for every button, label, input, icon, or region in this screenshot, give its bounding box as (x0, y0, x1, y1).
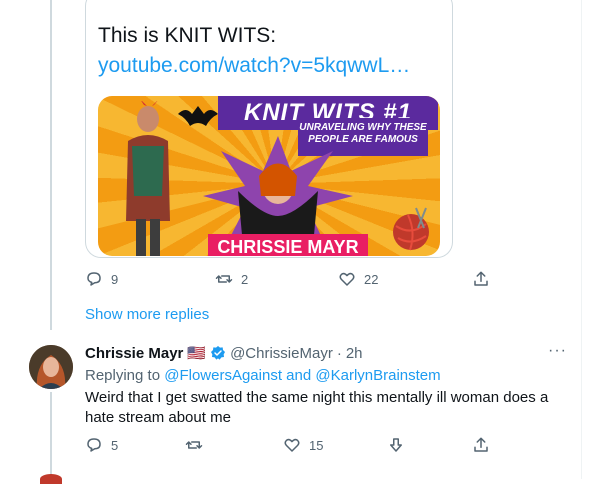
verified-icon (211, 346, 226, 360)
downvote-button[interactable] (387, 436, 405, 454)
media-name-tag: CHRISSIE MAYR (208, 234, 368, 256)
avatar[interactable] (29, 345, 73, 389)
reply-count: 9 (111, 271, 119, 287)
share-icon (474, 437, 488, 452)
like-button[interactable]: 22 (338, 270, 378, 288)
retweet-count: 2 (241, 271, 249, 287)
reply-count: 5 (111, 437, 119, 453)
card-text: This is KNIT WITS: youtube.com/watch?v=5… (98, 21, 438, 81)
like-count: 22 (364, 271, 379, 287)
video-thumbnail[interactable]: KNIT WITS #1 UNRAVELING WHY THESE PEOPLE… (98, 96, 440, 256)
reply-user-link[interactable]: @FlowersAgainst (164, 367, 282, 384)
tweet-actions: 5 15 (85, 436, 495, 456)
retweet-icon (185, 441, 203, 449)
reply-button[interactable]: 9 (85, 270, 118, 288)
reply-icon (87, 438, 101, 452)
like-icon (339, 272, 355, 286)
downvote-icon (390, 438, 402, 452)
retweet-icon (215, 275, 233, 283)
column-border (581, 0, 582, 479)
retweet-button[interactable] (185, 436, 211, 454)
share-icon (474, 271, 488, 286)
like-icon (284, 438, 300, 452)
share-button[interactable] (472, 270, 490, 288)
avatar-image (29, 345, 73, 389)
thread-line (50, 0, 52, 330)
separator-dot: · (336, 344, 342, 362)
reply-and: and (282, 367, 316, 384)
bat-logo (178, 106, 218, 126)
handle[interactable]: @ChrissieMayr (230, 345, 333, 362)
like-count: 15 (309, 437, 324, 453)
card-text-prefix: This is KNIT WITS: (98, 24, 277, 47)
person-left-figure (126, 101, 170, 256)
share-button[interactable] (472, 436, 490, 454)
reply-icon (87, 272, 101, 286)
show-more-replies-link[interactable]: Show more replies (85, 306, 209, 323)
reply-button[interactable]: 5 (85, 436, 118, 454)
thread-line (50, 392, 52, 479)
retweet-button[interactable]: 2 (215, 270, 248, 288)
yarn-ball-icon (393, 207, 429, 251)
prev-tweet-actions: 9 2 22 (85, 270, 495, 290)
timestamp[interactable]: 2h (346, 345, 363, 362)
reply-user-link[interactable]: @KarlynBrainstem (315, 367, 440, 384)
replying-prefix: Replying to (85, 367, 165, 384)
replying-to: Replying to @FlowersAgainst and @KarlynB… (85, 367, 441, 384)
like-button[interactable]: 15 (283, 436, 323, 454)
card-link[interactable]: youtube.com/watch?v=5kqwwL… (98, 54, 410, 77)
more-icon[interactable]: ··· (548, 342, 567, 360)
tweet-header: Chrissie Mayr 🇺🇸 @ChrissieMayr · 2h (85, 344, 363, 363)
link-card[interactable]: This is KNIT WITS: youtube.com/watch?v=5… (85, 0, 453, 258)
tweet-text: Weird that I get swatted the same night … (85, 389, 549, 426)
flag-emoji: 🇺🇸 (187, 345, 207, 362)
display-name[interactable]: Chrissie Mayr (85, 345, 183, 362)
avatar[interactable] (40, 474, 62, 484)
